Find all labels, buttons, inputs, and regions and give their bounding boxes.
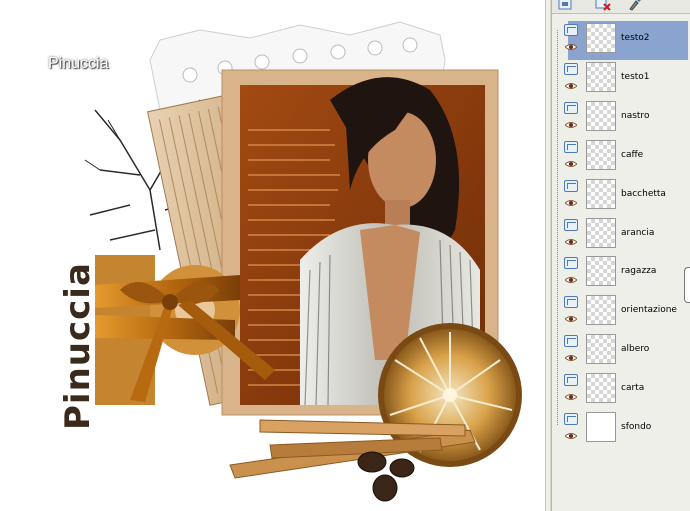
layer-row[interactable]: testo1	[560, 60, 688, 99]
layer-visibility-column	[560, 177, 584, 216]
layer-visibility-column	[560, 60, 584, 99]
layer-type-icon[interactable]	[564, 24, 578, 36]
layer-row[interactable]: testo2	[560, 21, 688, 60]
layer-row[interactable]: ragazza	[560, 254, 688, 293]
visibility-eye-icon[interactable]	[565, 43, 577, 51]
layer-name: nastro	[621, 110, 650, 121]
layers-panel: testo2 testo1 nastro caffe bacchetta arancia r…	[551, 0, 690, 511]
layer-type-icon[interactable]	[564, 218, 578, 231]
layer-row[interactable]: nastro	[560, 99, 688, 138]
visibility-eye-icon[interactable]	[565, 432, 577, 440]
vertical-signature: Pinuccia	[58, 262, 98, 430]
layer-name: orientazione	[621, 305, 677, 316]
layer-type-icon[interactable]	[564, 101, 578, 114]
visibility-eye-icon[interactable]	[565, 276, 577, 284]
cinnamon-sticks	[229, 419, 476, 479]
visibility-eye-icon[interactable]	[565, 121, 577, 129]
layer-type-icon[interactable]	[564, 257, 578, 270]
layer-visibility-column	[560, 332, 584, 371]
layer-type-icon[interactable]	[564, 413, 578, 425]
layer-row[interactable]: bacchetta	[560, 177, 688, 216]
visibility-eye-icon[interactable]	[565, 315, 577, 323]
new-layer-icon[interactable]	[557, 0, 575, 12]
layer-row[interactable]: orientazione	[560, 293, 688, 332]
layer-visibility-column	[560, 21, 584, 60]
layer-thumbnail[interactable]	[586, 100, 616, 131]
layer-row[interactable]: sfondo	[560, 410, 688, 449]
layer-thumbnail[interactable]	[586, 178, 616, 209]
visibility-eye-icon[interactable]	[565, 393, 577, 401]
layer-type-icon[interactable]	[564, 335, 578, 348]
layer-name: arancia	[621, 227, 655, 238]
layer-row[interactable]: carta	[560, 371, 688, 410]
layer-row[interactable]: caffe	[560, 138, 688, 177]
layer-name: testo1	[621, 71, 650, 82]
layer-thumbnail[interactable]	[586, 217, 616, 248]
layer-name: caffe	[621, 149, 644, 160]
layer-visibility-column	[560, 254, 584, 293]
layer-thumbnail[interactable]	[586, 334, 616, 365]
layer-name: testo2	[621, 33, 650, 43]
layer-visibility-column	[560, 410, 584, 449]
panel-collapse-handle[interactable]	[684, 267, 690, 303]
layer-thumbnail[interactable]	[586, 412, 616, 442]
layer-visibility-column	[560, 138, 584, 177]
layer-name: ragazza	[621, 266, 657, 277]
layer-thumbnail[interactable]	[586, 373, 616, 404]
coffee-beans	[357, 451, 415, 502]
visibility-eye-icon[interactable]	[565, 160, 577, 168]
layer-type-icon[interactable]	[564, 140, 578, 153]
delete-layer-icon[interactable]	[595, 0, 613, 12]
layer-thumbnail[interactable]	[586, 256, 616, 287]
image-canvas[interactable]: Pinuccia Pinuccia	[0, 0, 545, 511]
visibility-eye-icon[interactable]	[565, 354, 577, 362]
layer-type-icon[interactable]	[564, 374, 578, 387]
layer-visibility-column	[560, 293, 584, 332]
layer-thumbnail[interactable]	[586, 23, 616, 53]
layer-type-icon[interactable]	[564, 296, 578, 309]
layer-type-icon[interactable]	[564, 179, 578, 192]
layer-row[interactable]: arancia	[560, 216, 688, 255]
artwork	[84, 21, 522, 502]
layer-visibility-column	[560, 216, 584, 255]
layer-name: bacchetta	[621, 188, 666, 199]
visibility-eye-icon[interactable]	[565, 82, 577, 90]
layer-thumbnail[interactable]	[586, 61, 616, 92]
layer-name: carta	[621, 383, 645, 394]
visibility-eye-icon[interactable]	[565, 238, 577, 246]
signature-text: Pinuccia	[48, 55, 109, 72]
visibility-eye-icon[interactable]	[565, 199, 577, 207]
layer-name: albero	[621, 344, 650, 355]
layer-name: sfondo	[621, 422, 652, 432]
layer-thumbnail[interactable]	[586, 295, 616, 326]
layer-visibility-column	[560, 99, 584, 138]
layers-toolbar	[552, 0, 690, 14]
layer-type-icon[interactable]	[564, 62, 578, 75]
layer-thumbnail[interactable]	[586, 139, 616, 170]
layer-tree-guide	[557, 30, 559, 425]
brush-icon[interactable]	[626, 0, 644, 12]
layer-visibility-column	[560, 371, 584, 410]
layer-row[interactable]: albero	[560, 332, 688, 371]
